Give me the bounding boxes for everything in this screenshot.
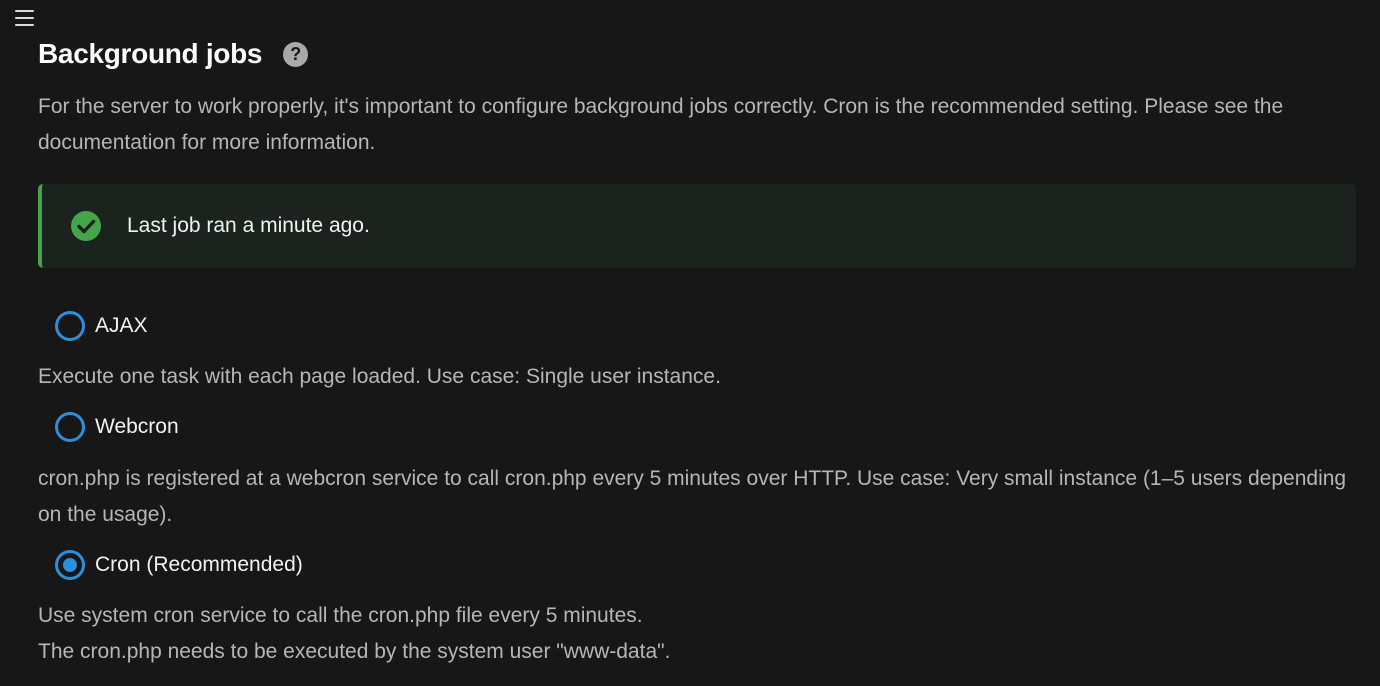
webcron-label[interactable]: Webcron bbox=[95, 415, 179, 439]
webcron-radio[interactable] bbox=[55, 412, 85, 442]
title-row: Background jobs ? bbox=[38, 35, 309, 73]
webcron-description: cron.php is registered at a webcron serv… bbox=[38, 467, 1347, 526]
cron-description-line-1: Use system cron service to call the cron… bbox=[38, 604, 643, 627]
hamburger-menu-icon[interactable] bbox=[15, 8, 36, 28]
radio-option-ajax[interactable]: AJAX bbox=[55, 311, 148, 341]
cron-label[interactable]: Cron (Recommended) bbox=[95, 553, 303, 577]
intro-text: For the server to work properly, it's im… bbox=[38, 95, 1284, 154]
check-circle-icon bbox=[71, 211, 101, 241]
background-jobs-page: Background jobs ? For the server to work… bbox=[0, 0, 1380, 686]
last-job-status: Last job ran a minute ago. bbox=[127, 214, 370, 237]
cron-radio[interactable] bbox=[55, 550, 85, 580]
status-notecard: Last job ran a minute ago. bbox=[38, 184, 1356, 268]
radio-option-webcron[interactable]: Webcron bbox=[55, 412, 179, 442]
ajax-radio[interactable] bbox=[55, 311, 85, 341]
cron-description: Use system cron service to call the cron… bbox=[38, 598, 1356, 670]
ajax-label[interactable]: AJAX bbox=[95, 314, 148, 338]
page-title: Background jobs bbox=[38, 38, 263, 69]
help-question-icon[interactable]: ? bbox=[283, 41, 309, 67]
radio-option-cron[interactable]: Cron (Recommended) bbox=[55, 550, 303, 580]
cron-description-line-2: The cron.php needs to be executed by the… bbox=[38, 640, 671, 663]
ajax-description: Execute one task with each page loaded. … bbox=[38, 365, 721, 388]
